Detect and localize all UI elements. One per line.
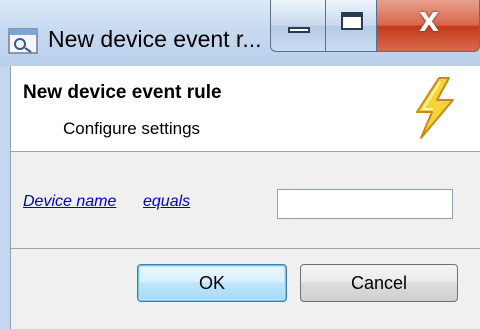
dialog-subheading: Configure settings [63,119,201,138]
equals-operator-link[interactable]: equals [143,193,190,211]
window-title: New device event r... [48,26,262,52]
app-icon[interactable] [8,28,38,54]
window-controls: X [270,0,480,52]
device-name-link[interactable]: Device name [23,193,116,211]
value-input[interactable] [277,189,453,219]
minimize-icon [288,27,310,33]
title-bar[interactable]: New device event r... X [0,0,480,66]
lightning-bolt-icon [416,77,454,139]
maximize-button[interactable] [325,0,377,52]
ok-button[interactable]: OK [137,264,287,302]
close-icon: X [418,8,440,38]
cancel-button[interactable]: Cancel [300,264,458,302]
maximize-icon [341,12,363,30]
header-panel: New device event rule Configure settings [11,66,480,152]
rule-condition-row: Device name equals [11,152,480,248]
dialog-heading: New device event rule [23,82,222,103]
divider [11,248,480,249]
dialog-content: New device event rule Configure settings… [10,66,480,329]
close-button[interactable]: X [376,0,480,52]
minimize-button[interactable] [270,0,326,52]
